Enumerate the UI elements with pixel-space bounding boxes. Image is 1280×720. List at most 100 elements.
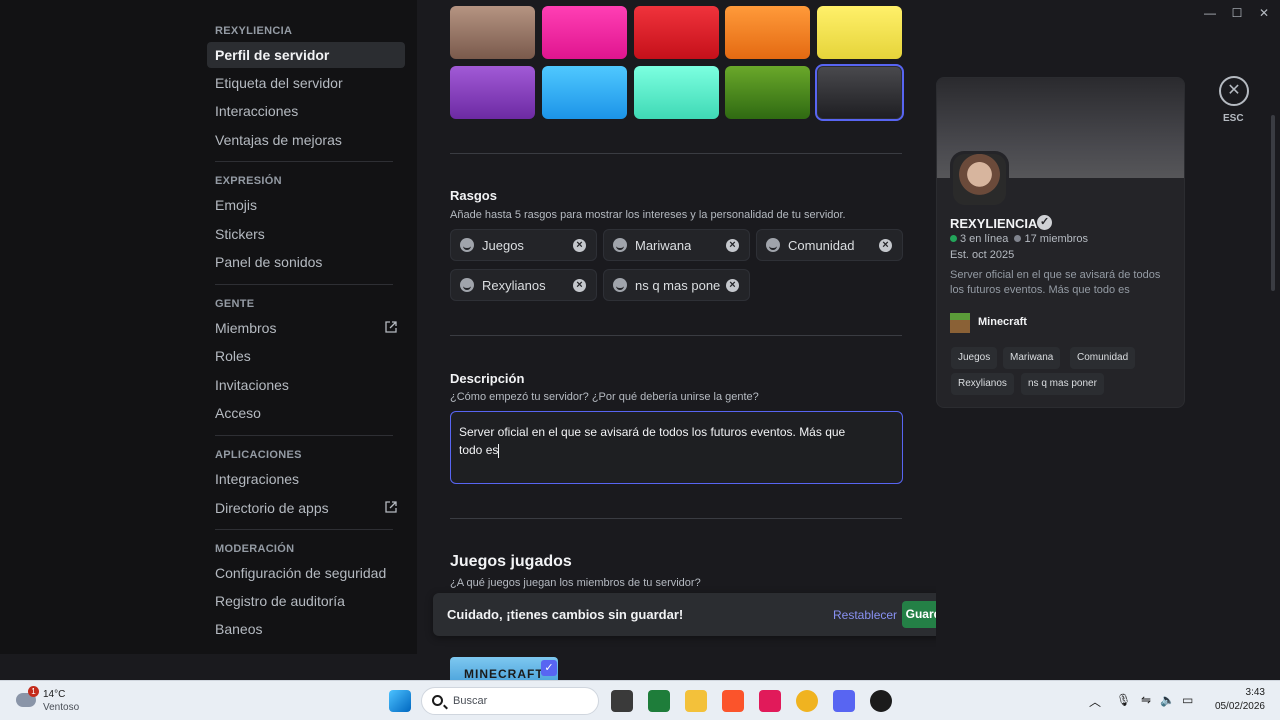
discord-app: REXYLIENCIA Perfil de servidor Etiqueta …: [0, 0, 1280, 681]
sidebar-divider: [215, 435, 393, 436]
traits-subtitle: Añade hasta 5 rasgos para mostrar los in…: [450, 209, 846, 221]
sidebar-item-label: Directorio de apps: [215, 500, 329, 516]
coin-app-icon[interactable]: [796, 690, 818, 712]
file-explorer-icon[interactable]: [685, 690, 707, 712]
remove-icon[interactable]: ×: [573, 279, 586, 292]
microphone-icon[interactable]: 🎙: [1116, 693, 1131, 707]
sparkle-app-icon[interactable]: [648, 690, 670, 712]
members-dot-icon: [1014, 235, 1022, 242]
weather-condition: Ventoso: [43, 702, 80, 713]
server-name: REXYLIENCIA: [950, 216, 1038, 231]
smile-icon: [766, 238, 780, 252]
member-count: 17 miembros: [1024, 233, 1089, 245]
trait-chip[interactable]: Mariwana ×: [603, 229, 750, 261]
maximize-icon[interactable]: ☐: [1230, 6, 1244, 20]
established-date: Est. oct 2025: [950, 249, 1015, 261]
trait-chip[interactable]: ns q mas pone ×: [603, 269, 750, 301]
task-view-icon[interactable]: [611, 690, 633, 712]
trait-chip[interactable]: Juegos ×: [450, 229, 597, 261]
minimize-icon[interactable]: —: [1203, 6, 1217, 20]
scrollbar[interactable]: [1271, 115, 1275, 291]
section-divider: [450, 153, 902, 154]
remove-icon[interactable]: ×: [726, 239, 739, 252]
network-icon[interactable]: ⇋: [1141, 693, 1151, 707]
sidebar-item-interactions[interactable]: Interacciones: [207, 98, 405, 124]
color-swatch-hot-pink[interactable]: [542, 6, 627, 59]
preview-tag: ns q mas poner: [1021, 373, 1104, 395]
smile-icon: [460, 238, 474, 252]
sidebar-item-integrations[interactable]: Integraciones: [207, 466, 405, 492]
close-settings-button[interactable]: ✕: [1219, 76, 1249, 106]
trait-label: Juegos: [482, 238, 524, 253]
server-profile-content: Rasgos Añade hasta 5 rasgos para mostrar…: [417, 0, 936, 654]
games-subtitle: ¿A qué juegos juegan los miembros de tu …: [450, 577, 701, 589]
smile-icon: [613, 278, 627, 292]
section-divider: [450, 518, 902, 519]
verified-badge-icon: [1037, 215, 1052, 230]
color-swatch-charcoal[interactable]: [815, 64, 904, 121]
sidebar-item-bans[interactable]: Baneos: [207, 616, 405, 642]
esc-label: ESC: [1223, 113, 1244, 124]
trait-chip[interactable]: Rexylianos ×: [450, 269, 597, 301]
remove-icon[interactable]: ×: [726, 279, 739, 292]
external-link-icon: [385, 501, 397, 513]
color-swatch-yellow[interactable]: [817, 6, 902, 59]
windows-start-icon[interactable]: [389, 690, 411, 712]
color-swatch-green[interactable]: [725, 66, 810, 119]
remove-icon[interactable]: ×: [879, 239, 892, 252]
discord-icon[interactable]: [833, 690, 855, 712]
description-title: Descripción: [450, 371, 525, 386]
brave-browser-icon[interactable]: [722, 690, 744, 712]
sidebar-backdrop: [0, 0, 195, 654]
remove-icon[interactable]: ×: [573, 239, 586, 252]
color-swatch-mint[interactable]: [634, 66, 719, 119]
sidebar-item-invites[interactable]: Invitaciones: [207, 372, 405, 398]
sidebar-item-audit-log[interactable]: Registro de auditoría: [207, 588, 405, 614]
color-swatch-sky-blue[interactable]: [542, 66, 627, 119]
reset-button[interactable]: Restablecer: [833, 608, 897, 622]
sidebar-item-emojis[interactable]: Emojis: [207, 192, 405, 218]
trait-chip[interactable]: Comunidad ×: [756, 229, 903, 261]
traits-title: Rasgos: [450, 188, 497, 203]
volume-icon[interactable]: 🔈: [1160, 693, 1175, 707]
trait-label: Rexylianos: [482, 278, 546, 293]
external-link-icon: [385, 321, 397, 333]
sidebar-item-safety-setup[interactable]: Configuración de seguridad: [207, 560, 405, 586]
sidebar-item-server-profile[interactable]: Perfil de servidor: [207, 42, 405, 68]
sidebar-item-app-directory[interactable]: Directorio de apps: [207, 495, 405, 521]
system-clock[interactable]: 3:43 05/02/2026: [1209, 686, 1265, 714]
description-textarea[interactable]: Server oficial en el que se avisará de t…: [450, 411, 903, 484]
obs-icon[interactable]: [870, 690, 892, 712]
online-count: 3 en línea: [960, 233, 1009, 245]
sidebar-item-stickers[interactable]: Stickers: [207, 221, 405, 247]
sidebar-item-soundboard[interactable]: Panel de sonidos: [207, 249, 405, 275]
color-swatch-tan[interactable]: [450, 6, 535, 59]
chevron-up-icon[interactable]: ︿: [1089, 693, 1101, 710]
unsaved-message: Cuidado, ¡tienes cambios sin guardar!: [447, 607, 684, 622]
sidebar-item-members[interactable]: Miembros: [207, 315, 405, 341]
taskbar-search[interactable]: Buscar: [421, 687, 599, 715]
color-swatch-orange[interactable]: [725, 6, 810, 59]
section-title-apps: APLICACIONES: [215, 449, 302, 461]
check-icon: ✓: [541, 660, 557, 676]
color-swatch-purple[interactable]: [450, 66, 535, 119]
color-swatch-red[interactable]: [634, 6, 719, 59]
member-stats: 3 en línea 17 miembros: [950, 233, 1088, 245]
section-title-server: REXYLIENCIA: [215, 25, 293, 37]
trait-label: ns q mas pone: [635, 278, 721, 293]
preview-description: Server oficial en el que se avisará de t…: [950, 269, 1161, 296]
preview-tag: Juegos: [951, 347, 998, 369]
battery-icon[interactable]: ▭: [1182, 693, 1193, 707]
sidebar-divider: [215, 284, 393, 285]
sidebar-item-boost-perks[interactable]: Ventajas de mejoras: [207, 127, 405, 153]
window-close-icon[interactable]: ✕: [1257, 6, 1271, 20]
sidebar-item-access[interactable]: Acceso: [207, 400, 405, 426]
tiktok-icon[interactable]: [759, 690, 781, 712]
section-divider: [450, 335, 902, 336]
preview-tag: Rexylianos: [951, 373, 1014, 395]
notification-badge: 1: [28, 686, 39, 697]
game-thumbnail-minecraft[interactable]: MINECRAFT ✓: [450, 657, 558, 681]
sidebar-item-roles[interactable]: Roles: [207, 343, 405, 369]
smile-icon: [613, 238, 627, 252]
sidebar-item-server-tag[interactable]: Etiqueta del servidor: [207, 70, 405, 96]
